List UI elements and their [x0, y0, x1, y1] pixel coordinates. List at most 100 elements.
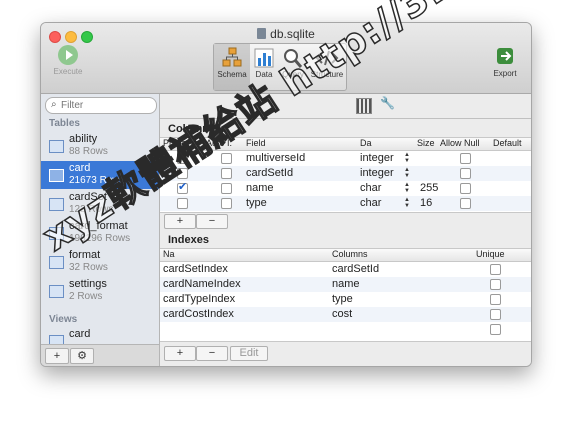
- auto-increment-checkbox[interactable]: [221, 198, 232, 209]
- field-type[interactable]: char: [360, 197, 381, 209]
- index-row[interactable]: cardSetIndex cardSetId: [160, 262, 531, 277]
- type-stepper[interactable]: ▲ ▼: [404, 167, 410, 179]
- allow-null-checkbox[interactable]: [460, 183, 471, 194]
- auto-increment-checkbox[interactable]: [221, 183, 232, 194]
- field-name[interactable]: name: [246, 182, 274, 194]
- data-tab[interactable]: Data: [250, 44, 278, 90]
- column-row[interactable]: name char ▲▼ 255: [160, 180, 531, 196]
- header-index-columns: Columns: [332, 249, 368, 259]
- table-row-count: 122 Rows: [69, 204, 114, 215]
- indexes-table: Na Columns Unique cardSetIndex cardSetId…: [160, 248, 531, 342]
- columns-table: Primary Auto I. Field Da Size Allow Null…: [160, 137, 531, 213]
- view-item-card[interactable]: card: [41, 327, 159, 344]
- play-icon: [58, 45, 78, 65]
- index-row[interactable]: [160, 322, 531, 337]
- index-columns[interactable]: name: [332, 278, 360, 290]
- data-label: Data: [255, 70, 273, 79]
- table-icon: [49, 169, 64, 182]
- app-window: db.sqlite Execute Schema Data Query Stru…: [40, 22, 532, 367]
- field-name[interactable]: type: [246, 197, 267, 209]
- auto-increment-checkbox[interactable]: [221, 168, 232, 179]
- primary-checkbox[interactable]: [177, 168, 188, 179]
- wrench-icon[interactable]: 🔧: [380, 96, 395, 110]
- unique-checkbox[interactable]: [490, 324, 501, 335]
- schema-icon: [222, 47, 242, 67]
- field-type[interactable]: char: [360, 182, 381, 194]
- field-size[interactable]: 16: [420, 197, 432, 209]
- allow-null-checkbox[interactable]: [460, 153, 471, 164]
- add-index-button[interactable]: +: [164, 346, 196, 361]
- primary-checkbox[interactable]: [177, 198, 188, 209]
- index-row[interactable]: cardCostIndex cost: [160, 307, 531, 322]
- schema-pane: 🔧 Columns Primary Auto I. Field Da Size …: [160, 94, 531, 366]
- table-item-ability[interactable]: ability 88 Rows: [41, 132, 159, 160]
- index-row[interactable]: cardTypeIndex type: [160, 292, 531, 307]
- field-name[interactable]: multiverseId: [246, 152, 305, 164]
- document-icon: [257, 28, 267, 39]
- index-row[interactable]: cardNameIndex name: [160, 277, 531, 292]
- filter-input[interactable]: [61, 99, 151, 111]
- column-row[interactable]: type char ▲ ▼ 16: [160, 196, 531, 211]
- unique-checkbox[interactable]: [490, 279, 501, 290]
- table-item-settings[interactable]: settings 2 Rows: [41, 277, 159, 305]
- add-table-button[interactable]: +: [45, 348, 69, 364]
- grid-icon[interactable]: [356, 98, 372, 114]
- allow-null-checkbox[interactable]: [460, 198, 471, 209]
- search-icon: ⌕: [51, 99, 57, 110]
- view-name: card: [69, 328, 91, 340]
- field-name[interactable]: cardSetId: [246, 167, 293, 179]
- export-button[interactable]: Export: [487, 45, 523, 78]
- add-column-button[interactable]: +: [164, 214, 196, 229]
- auto-increment-checkbox[interactable]: [221, 153, 232, 164]
- index-name[interactable]: cardNameIndex: [163, 278, 241, 290]
- primary-checkbox[interactable]: [177, 180, 188, 194]
- table-item-card[interactable]: card 21673 Rows: [41, 161, 159, 189]
- column-row[interactable]: cardSetId integer ▲ ▼: [160, 166, 531, 181]
- index-name[interactable]: cardTypeIndex: [163, 293, 235, 305]
- column-row[interactable]: multiverseId integer ▲▼: [160, 150, 531, 166]
- edit-index-button[interactable]: Edit: [230, 346, 268, 361]
- table-name: cardSet: [69, 191, 107, 203]
- table-row-count: 2 Rows: [69, 291, 103, 302]
- schema-tab[interactable]: Schema: [214, 44, 250, 90]
- table-item-card-format[interactable]: card_format 196196 Rows: [41, 219, 159, 247]
- unique-checkbox[interactable]: [490, 309, 501, 320]
- table-item-cardset[interactable]: cardSet 122 Rows: [41, 190, 159, 218]
- header-allow-null: Allow Null: [440, 138, 480, 148]
- unique-checkbox[interactable]: [490, 264, 501, 275]
- table-icon: [49, 198, 64, 211]
- gear-icon[interactable]: ⚙: [70, 348, 94, 364]
- execute-label: Execute: [53, 67, 83, 76]
- header-index-name: Na: [163, 249, 175, 259]
- view-segmented-control: Schema Data Query Structure: [213, 43, 347, 91]
- filter-field[interactable]: ⌕: [45, 97, 157, 114]
- type-stepper[interactable]: ▲ ▼: [404, 197, 410, 209]
- export-label: Export: [493, 69, 517, 78]
- query-tab[interactable]: Query: [278, 44, 308, 90]
- index-name[interactable]: cardCostIndex: [163, 308, 234, 320]
- table-name: settings: [69, 278, 107, 290]
- index-columns[interactable]: cost: [332, 308, 352, 320]
- field-type[interactable]: integer: [360, 152, 394, 164]
- structure-tab[interactable]: Structure: [308, 44, 346, 90]
- code-icon: [315, 50, 339, 66]
- table-item-format[interactable]: format 32 Rows: [41, 248, 159, 276]
- field-size[interactable]: 255: [420, 182, 438, 194]
- index-columns[interactable]: cardSetId: [332, 263, 379, 275]
- remove-column-button[interactable]: −: [196, 214, 228, 229]
- header-size: Size: [417, 138, 435, 148]
- header-data-type: Da: [360, 138, 372, 148]
- allow-null-checkbox[interactable]: [460, 168, 471, 179]
- index-columns[interactable]: type: [332, 293, 353, 305]
- execute-button[interactable]: Execute: [47, 45, 89, 76]
- primary-checkbox[interactable]: [177, 150, 188, 164]
- schema-label: Schema: [217, 70, 247, 79]
- remove-index-button[interactable]: −: [196, 346, 228, 361]
- type-stepper[interactable]: ▲ ▼: [404, 152, 410, 164]
- unique-checkbox[interactable]: [490, 294, 501, 305]
- indexes-title: Indexes: [168, 234, 209, 246]
- type-stepper[interactable]: ▲ ▼: [404, 182, 410, 194]
- pane-toolbar: 🔧: [160, 94, 531, 119]
- index-name[interactable]: cardSetIndex: [163, 263, 228, 275]
- field-type[interactable]: integer: [360, 167, 394, 179]
